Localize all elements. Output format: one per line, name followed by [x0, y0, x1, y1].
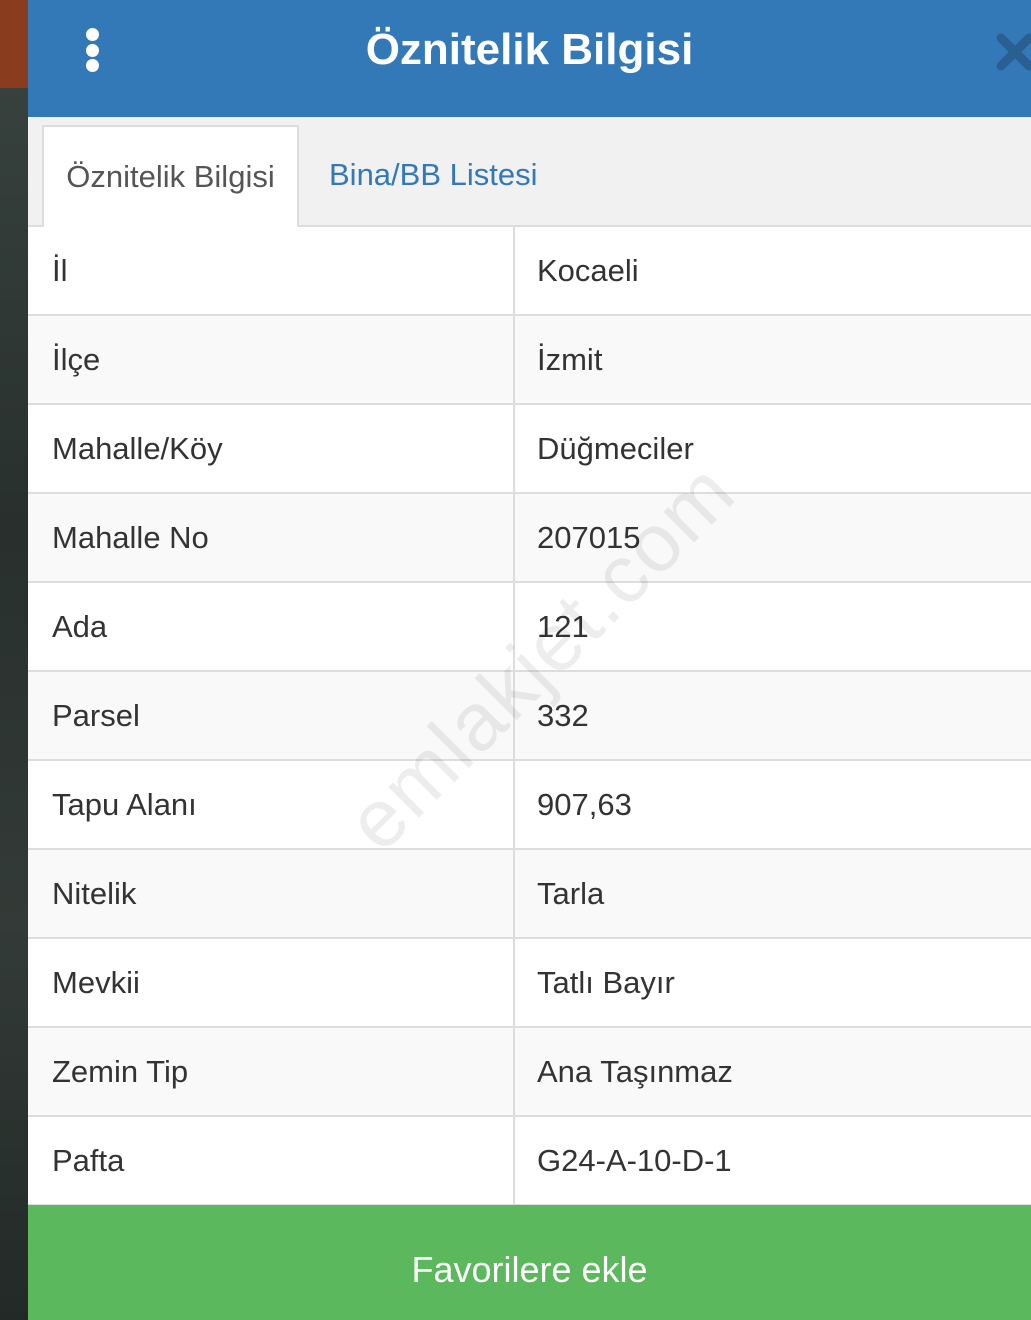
attribute-value: 907,63: [537, 787, 632, 822]
dialog-header: Öznitelik Bilgisi: [28, 0, 1031, 117]
attribute-key: İlçe: [28, 316, 515, 403]
attribute-key: Parsel: [28, 672, 515, 759]
map-backdrop-accent: [0, 0, 28, 88]
table-row: İl Kocaeli: [28, 227, 1031, 316]
table-row: Parsel 332: [28, 672, 1031, 761]
table-row: Mahalle/Köy Düğmeciler: [28, 405, 1031, 494]
attribute-key: Pafta: [28, 1117, 515, 1204]
tab-oznitelik-bilgisi[interactable]: Öznitelik Bilgisi: [42, 125, 299, 229]
attribute-value: İzmit: [537, 342, 603, 377]
attribute-value: Tarla: [537, 876, 605, 911]
attribute-key: Mevkii: [28, 939, 515, 1026]
attribute-value: Kocaeli: [537, 253, 639, 288]
table-row: Mahalle No 207015: [28, 494, 1031, 583]
attribute-key: Zemin Tip: [28, 1028, 515, 1115]
attribute-value: 121: [537, 609, 589, 644]
add-to-favorites-button[interactable]: Favorilere ekle: [28, 1205, 1031, 1320]
table-row: Zemin Tip Ana Taşınmaz: [28, 1028, 1031, 1117]
table-row: Mevkii Tatlı Bayır: [28, 939, 1031, 1028]
attribute-value: 332: [537, 698, 589, 733]
attribute-value: Düğmeciler: [537, 431, 694, 466]
attribute-key: Mahalle No: [28, 494, 515, 581]
attribute-key: Ada: [28, 583, 515, 670]
tab-bina-bb-listesi[interactable]: Bina/BB Listesi: [307, 125, 560, 229]
attribute-key: İl: [28, 227, 515, 314]
attribute-value: G24-A-10-D-1: [537, 1143, 732, 1178]
table-row: Pafta G24-A-10-D-1: [28, 1117, 1031, 1206]
table-row: Ada 121: [28, 583, 1031, 672]
attribute-dialog: Öznitelik Bilgisi Öznitelik Bilgisi Bina…: [28, 0, 1031, 1320]
attribute-value: 207015: [537, 520, 641, 555]
table-row: Tapu Alanı 907,63: [28, 761, 1031, 850]
tab-bar: Öznitelik Bilgisi Bina/BB Listesi: [28, 117, 1031, 229]
table-row: İlçe İzmit: [28, 316, 1031, 405]
attribute-value: Tatlı Bayır: [537, 965, 675, 1000]
map-backdrop: [0, 0, 28, 1320]
attribute-key: Mahalle/Köy: [28, 405, 515, 492]
attribute-value: Ana Taşınmaz: [537, 1054, 733, 1089]
table-row: Nitelik Tarla: [28, 850, 1031, 939]
dialog-title: Öznitelik Bilgisi: [365, 25, 694, 74]
attribute-key: Tapu Alanı: [28, 761, 515, 848]
attribute-table: İl Kocaeli İlçe İzmit Mahalle/Köy Düğmec…: [28, 227, 1031, 1206]
close-icon[interactable]: [993, 30, 1031, 74]
attribute-key: Nitelik: [28, 850, 515, 937]
